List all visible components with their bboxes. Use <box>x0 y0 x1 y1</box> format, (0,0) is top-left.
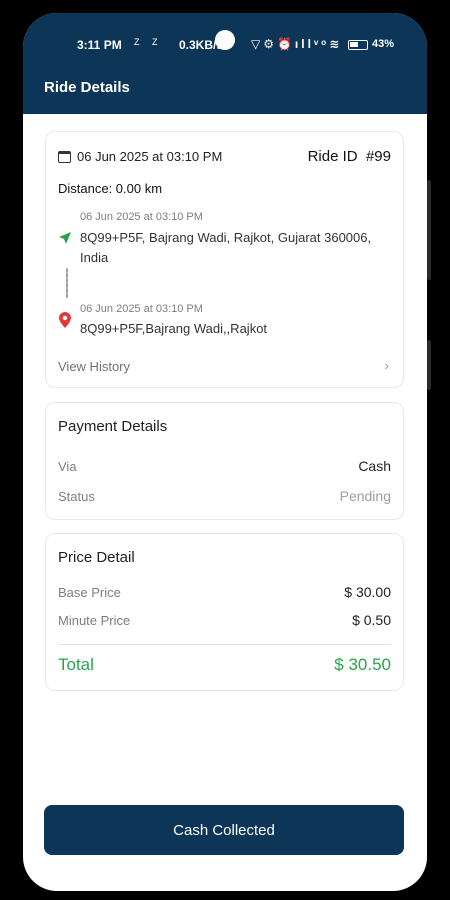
minute-price-value: $ 0.50 <box>352 612 391 628</box>
drop-time: 06 Jun 2025 at 03:10 PM <box>80 303 203 315</box>
page-title: Ride Details <box>44 79 130 96</box>
view-history-link[interactable]: View History <box>58 359 130 374</box>
total-value: $ 30.50 <box>334 655 391 674</box>
payment-details-card: Payment Details Via Cash Status Pending <box>45 402 404 520</box>
navigation-arrow-icon <box>59 232 71 244</box>
base-price-value: $ 30.00 <box>344 584 391 600</box>
phone-screen: 3:11 PM Z Z 0.3KB/s ▽⚙⏰ıllᵛᵒ≋ 43% Ride D… <box>23 13 427 891</box>
power-button <box>427 340 431 390</box>
ride-id-label: Ride ID <box>307 148 358 165</box>
app-header: 3:11 PM Z Z 0.3KB/s ▽⚙⏰ıllᵛᵒ≋ 43% Ride D… <box>23 13 427 114</box>
system-icons: ▽⚙⏰ıllᵛᵒ≋ <box>251 37 343 51</box>
price-title: Price Detail <box>58 549 135 566</box>
route-dots <box>66 268 68 298</box>
price-detail-card: Price Detail Base Price $ 30.00 Minute P… <box>45 533 404 691</box>
ride-id-value: #99 <box>365 148 391 165</box>
status-label: Status <box>58 489 95 504</box>
location-pin-icon <box>59 312 71 328</box>
total-label: Total <box>58 655 94 674</box>
chevron-right-icon[interactable]: › <box>384 357 389 373</box>
ride-summary-card: 06 Jun 2025 at 03:10 PM Ride ID #99 Dist… <box>45 131 404 388</box>
volume-button <box>427 180 431 280</box>
ride-date: 06 Jun 2025 at 03:10 PM <box>77 149 223 164</box>
ride-id: Ride ID #99 <box>308 148 391 165</box>
ride-date-row: 06 Jun 2025 at 03:10 PM <box>58 149 222 164</box>
base-price-label: Base Price <box>58 585 121 600</box>
via-label: Via <box>58 459 77 474</box>
status-value: Pending <box>339 488 391 504</box>
status-time: 3:11 PM <box>77 38 122 52</box>
calendar-icon <box>58 150 71 163</box>
notification-icons: Z Z <box>134 37 163 47</box>
via-value: Cash <box>358 458 391 474</box>
drop-address: 8Q99+P5F,Bajrang Wadi,,Rajkot <box>80 321 268 336</box>
price-divider <box>58 644 391 645</box>
battery-percent: 43% <box>372 38 395 50</box>
payment-title: Payment Details <box>58 418 168 435</box>
battery-icon <box>348 40 368 50</box>
pickup-address: 8Q99+P5F, Bajrang Wadi, Rajkot, Gujarat … <box>80 230 372 265</box>
cash-collected-button[interactable]: Cash Collected <box>44 805 404 855</box>
front-camera <box>215 30 235 50</box>
minute-price-label: Minute Price <box>58 613 131 628</box>
ride-distance: Distance: 0.00 km <box>58 181 163 196</box>
pickup-time: 06 Jun 2025 at 03:10 PM <box>80 211 203 223</box>
